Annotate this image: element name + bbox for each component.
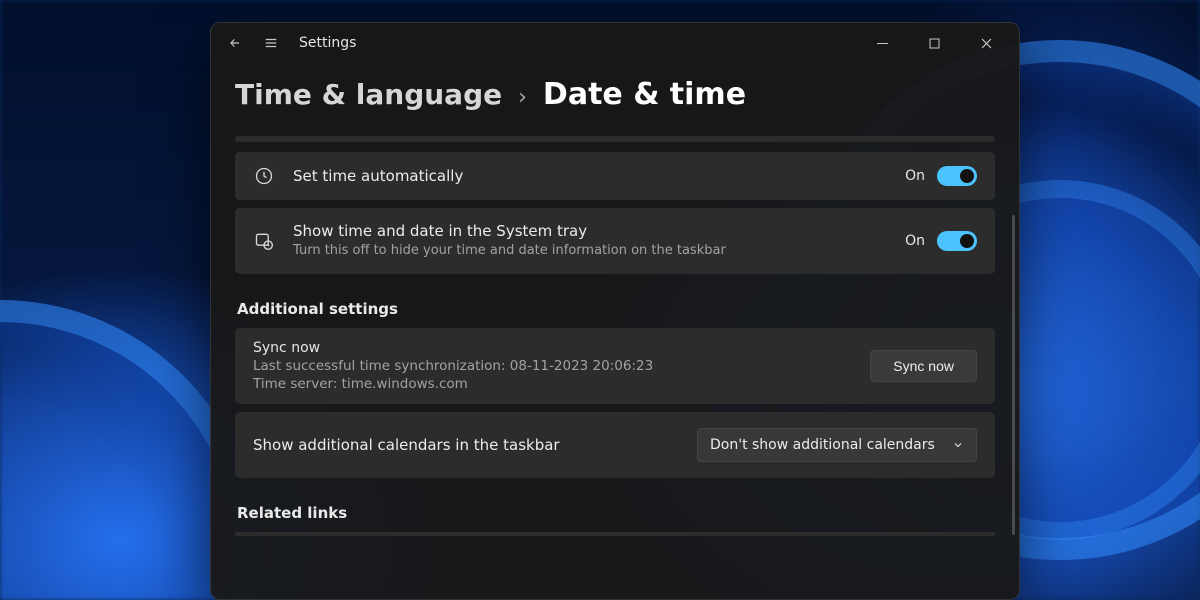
dropdown-value: Don't show additional calendars	[710, 437, 935, 453]
setting-label: Show additional calendars in the taskbar	[253, 436, 697, 454]
section-heading-related: Related links	[237, 504, 995, 522]
title-bar: Settings	[211, 23, 1019, 63]
clock-icon	[253, 166, 275, 186]
next-card-edge	[235, 532, 995, 536]
sync-now-button[interactable]: Sync now	[870, 350, 977, 382]
setting-description: Turn this off to hide your time and date…	[293, 242, 887, 260]
maximize-button[interactable]	[917, 29, 951, 57]
setting-row-auto-time[interactable]: Set time automatically On	[235, 152, 995, 200]
setting-row-additional-calendars: Show additional calendars in the taskbar…	[235, 412, 995, 478]
breadcrumb: Time & language › Date & time	[235, 77, 995, 112]
nav-menu-button[interactable]	[257, 29, 285, 57]
page-title: Date & time	[543, 77, 746, 112]
previous-card-edge	[235, 136, 995, 142]
window-controls	[865, 29, 1003, 57]
last-sync-text: Last successful time synchronization: 08…	[253, 358, 870, 374]
time-server-text: Time server: time.windows.com	[253, 376, 870, 392]
setting-row-sync-now: Sync now Last successful time synchroniz…	[235, 328, 995, 404]
section-heading-additional: Additional settings	[237, 300, 995, 318]
chevron-right-icon: ›	[518, 85, 527, 110]
window-title: Settings	[299, 35, 356, 51]
sync-title: Sync now	[253, 340, 870, 356]
breadcrumb-parent[interactable]: Time & language	[235, 78, 502, 111]
setting-row-tray-clock[interactable]: Show time and date in the System tray Tu…	[235, 208, 995, 274]
setting-label: Show time and date in the System tray	[293, 222, 887, 240]
toggle-state-text: On	[905, 168, 925, 184]
settings-window: Settings Time & language › Date & time	[210, 22, 1020, 600]
additional-calendars-dropdown[interactable]: Don't show additional calendars	[697, 428, 977, 462]
toggle-state-text: On	[905, 233, 925, 249]
taskbar-clock-icon	[253, 231, 275, 251]
auto-time-toggle[interactable]	[937, 166, 977, 186]
vertical-scrollbar[interactable]	[1012, 215, 1015, 535]
back-button[interactable]	[221, 29, 249, 57]
minimize-button[interactable]	[865, 29, 899, 57]
chevron-down-icon	[952, 439, 964, 451]
close-button[interactable]	[969, 29, 1003, 57]
setting-label: Set time automatically	[293, 167, 887, 185]
content-area: Time & language › Date & time Set time a…	[211, 63, 1019, 599]
tray-clock-toggle[interactable]	[937, 231, 977, 251]
